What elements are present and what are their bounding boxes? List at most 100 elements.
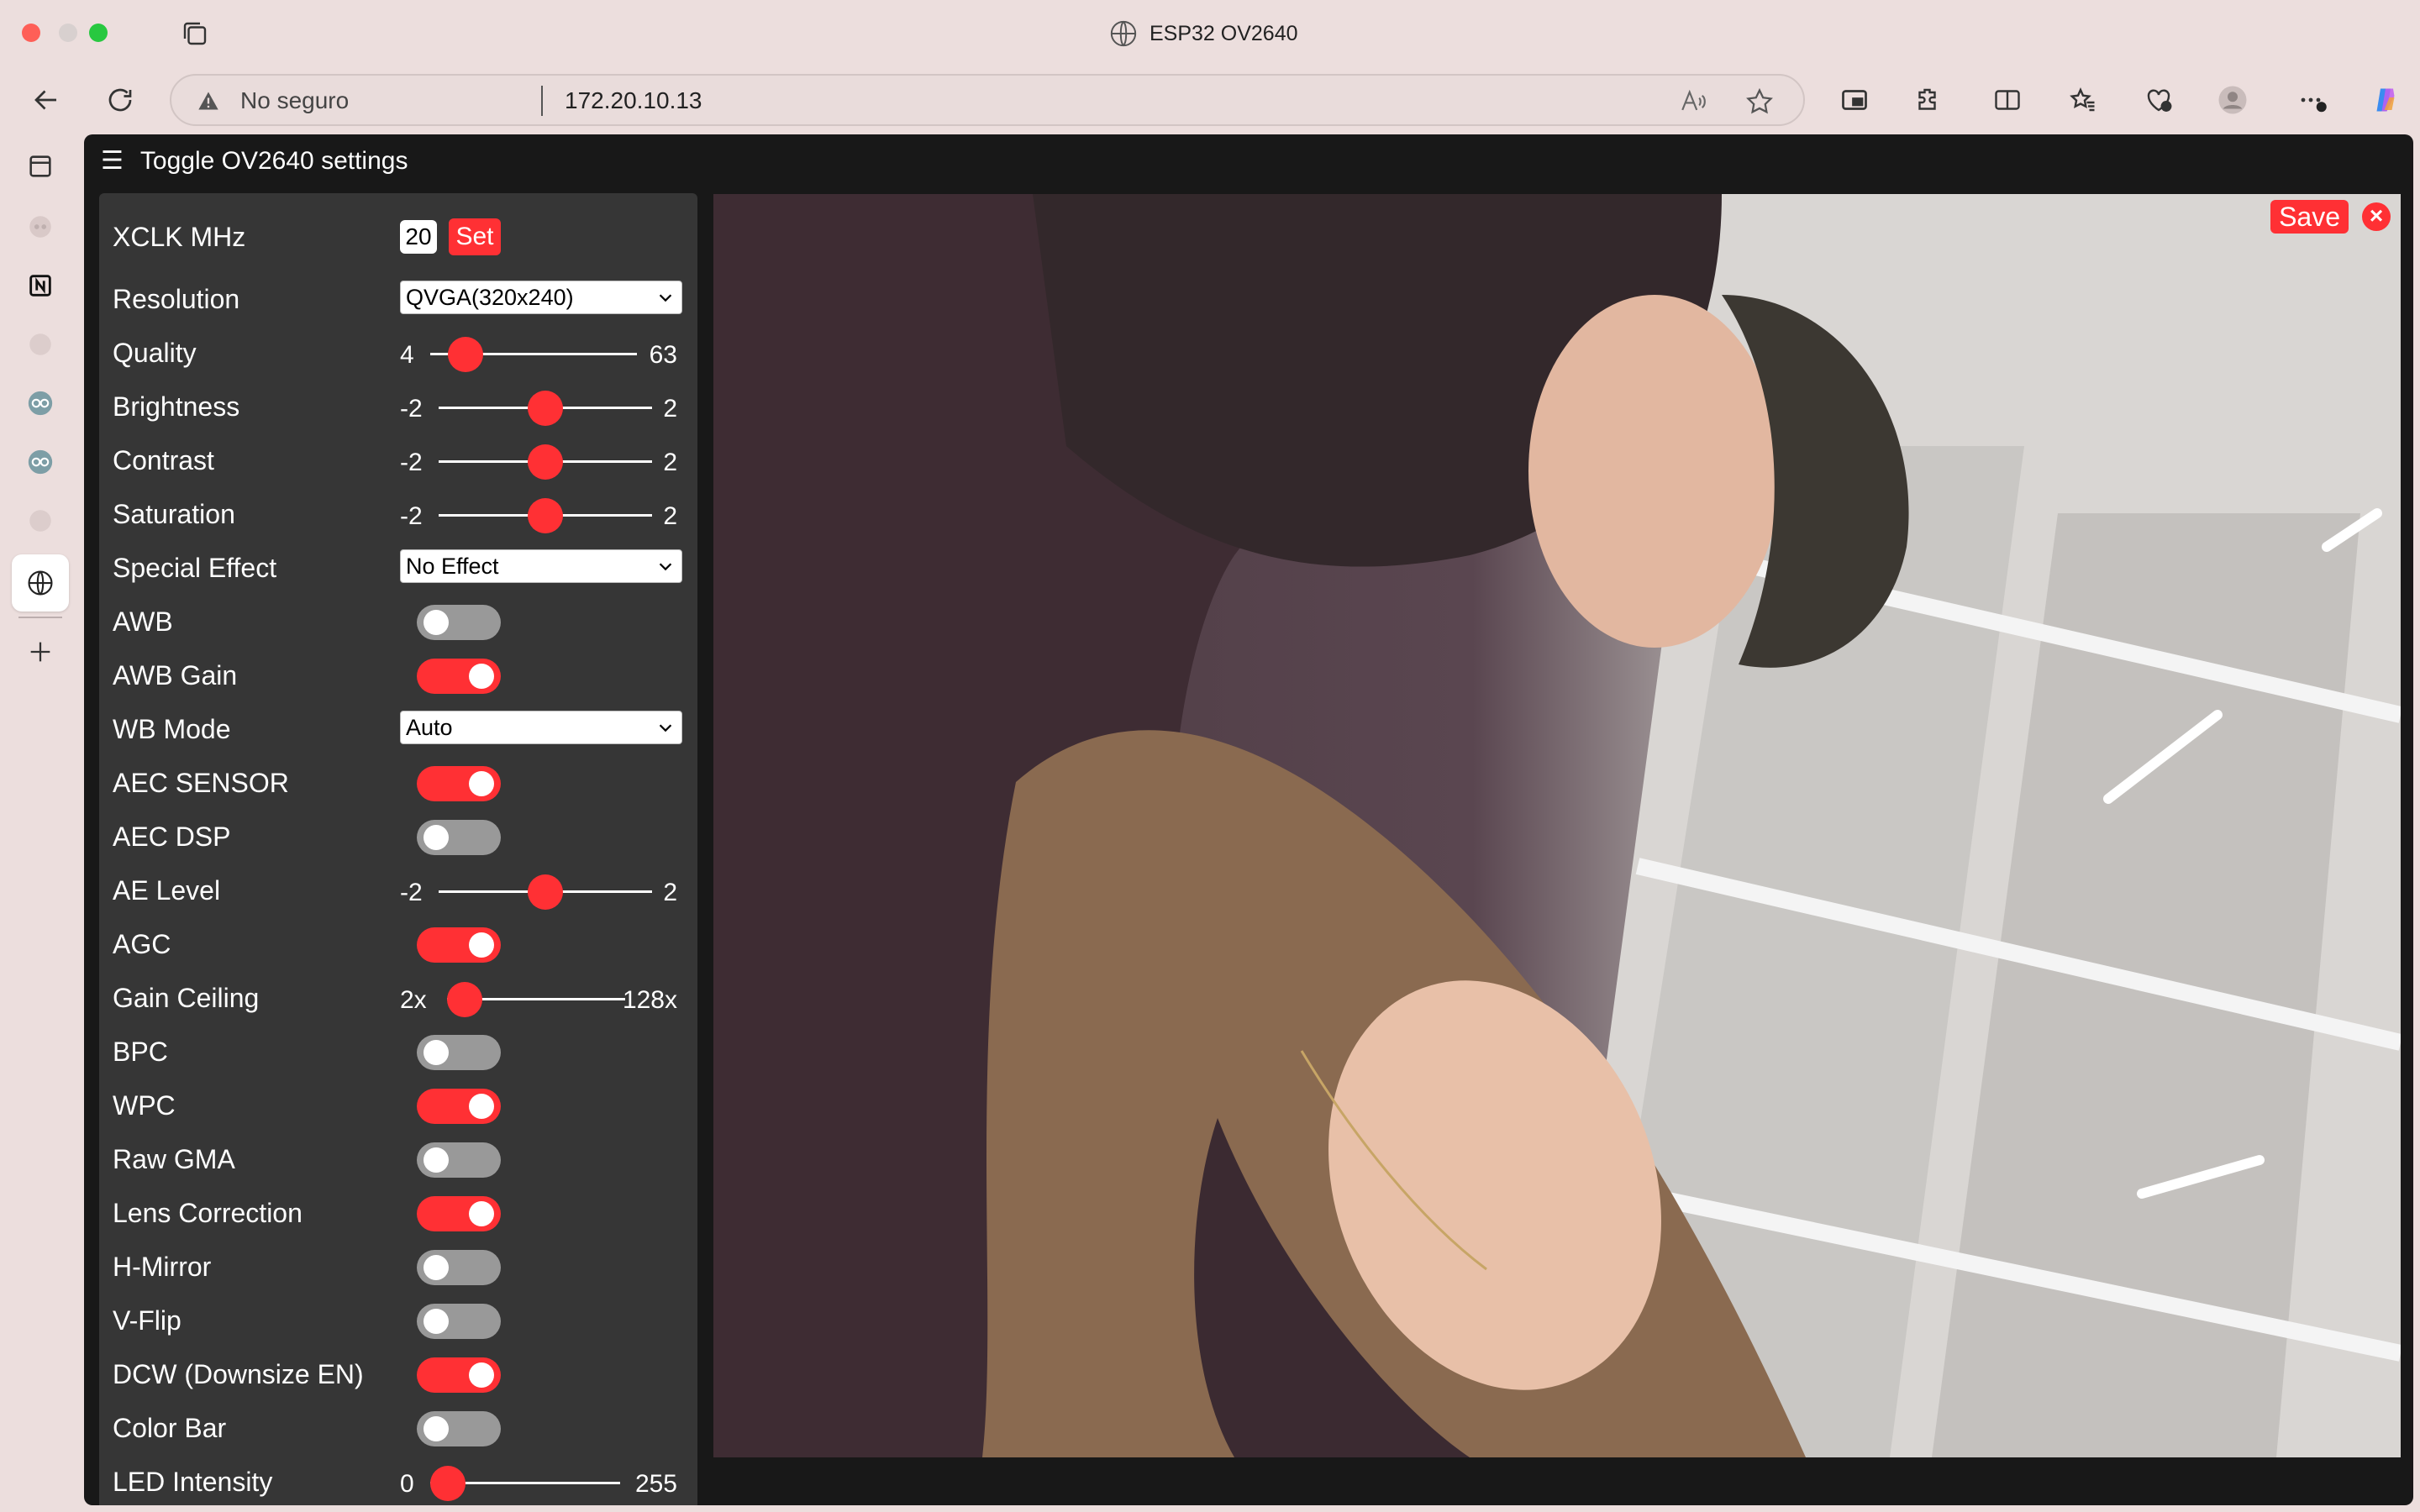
h-mirror-toggle[interactable] [417,1250,501,1285]
slider-thumb[interactable] [447,982,482,1017]
special-effect-label: Special Effect [113,553,277,583]
security-label[interactable]: No seguro [240,87,349,114]
bpc-toggle[interactable] [417,1035,501,1070]
xclk-set-button[interactable]: Set [449,218,501,255]
sidebar-add-button[interactable] [20,632,60,672]
ae-level-slider[interactable]: -2 2 [400,870,684,911]
led-intensity-min: 0 [400,1470,414,1498]
slider-thumb[interactable] [528,444,563,480]
raw-gma-label: Raw GMA [113,1144,235,1174]
address-bar[interactable]: No seguro 172.20.10.13 [170,74,1805,126]
minimize-window-button[interactable] [59,24,77,42]
picture-in-picture-button[interactable] [1835,81,1874,119]
toggle-knob [469,1201,494,1226]
browser-essentials-button[interactable] [2139,81,2178,119]
special-effect-select[interactable]: No Effect [400,549,682,583]
plus-icon [30,642,50,662]
slider-thumb[interactable] [430,1466,466,1501]
aec-sensor-row: AEC SENSOR [113,758,684,808]
led-intensity-slider[interactable]: 0 255 [400,1462,684,1502]
v-flip-toggle[interactable] [417,1304,501,1339]
profile-button[interactable] [2213,81,2252,119]
awb-gain-toggle[interactable] [417,659,501,694]
xclk-label: XCLK MHz [113,222,246,252]
saturation-min: -2 [400,502,423,530]
saturation-max: 2 [663,502,677,530]
gain-ceiling-label: Gain Ceiling [113,983,260,1013]
h-mirror-label: H-Mirror [113,1252,212,1282]
read-aloud-icon[interactable] [1679,87,1707,116]
toggle-knob [469,664,494,689]
resolution-row: Resolution QVGA(320x240) [113,274,684,324]
aec-dsp-row: AEC DSP [113,811,684,862]
resolution-select[interactable]: QVGA(320x240) [400,281,682,314]
copilot-button[interactable] [2366,81,2405,119]
globe-icon [1110,20,1137,47]
resolution-value: QVGA(320x240) [406,285,574,310]
led-intensity-max: 255 [634,1470,677,1498]
bpc-row: BPC [113,1026,684,1077]
reload-button[interactable] [101,81,139,119]
lens-correction-toggle[interactable] [417,1196,501,1231]
close-stream-button[interactable]: × [2362,202,2391,231]
browser-sidebar [0,134,81,1512]
app-faded-icon [29,216,51,238]
quality-row: Quality 4 63 [113,328,684,378]
wb-mode-value: Auto [406,715,453,740]
slider-thumb[interactable] [528,498,563,533]
toggle-knob [469,771,494,796]
agc-label: AGC [113,929,171,959]
sidebar-arduino-2[interactable] [20,442,60,482]
split-screen-button[interactable] [1988,81,2027,119]
sidebar-app-1[interactable] [20,207,60,247]
settings-menu-toggle[interactable]: ☰ Toggle OV2640 settings [101,146,408,176]
toggle-knob [469,1362,494,1388]
back-button[interactable] [27,81,66,119]
slider-thumb[interactable] [528,874,563,910]
quality-min: 4 [400,341,414,369]
sidebar-github-2[interactable] [20,501,60,541]
color-bar-label: Color Bar [113,1413,227,1443]
aec-dsp-toggle[interactable] [417,820,501,855]
warning-icon[interactable] [197,89,220,113]
sidebar-notion[interactable] [20,265,60,306]
quality-slider[interactable]: 4 63 [400,333,684,373]
extensions-button[interactable] [1909,81,1948,119]
picture-in-picture-icon [1842,90,1867,110]
saturation-slider[interactable]: -2 2 [400,494,684,534]
contrast-slider[interactable]: -2 2 [400,440,684,480]
dcw-toggle[interactable] [417,1357,501,1393]
sidebar-github-1[interactable] [20,324,60,365]
wpc-toggle[interactable] [417,1089,501,1124]
reload-icon [108,88,132,112]
url-text[interactable]: 172.20.10.13 [565,87,702,114]
brightness-slider[interactable]: -2 2 [400,386,684,427]
contrast-min: -2 [400,449,423,476]
color-bar-toggle[interactable] [417,1411,501,1446]
sidebar-tab-panel-button[interactable] [20,146,60,186]
favorite-star-icon[interactable] [1744,87,1775,117]
close-window-button[interactable] [22,24,40,42]
favorites-button[interactable] [2064,81,2102,119]
settings-more-button[interactable] [2294,81,2333,119]
sidebar-arduino-1[interactable] [20,383,60,423]
tab-actions-icon[interactable] [180,18,210,49]
aec-sensor-toggle[interactable] [417,766,501,801]
xclk-input[interactable]: 20 [400,220,437,254]
slider-thumb[interactable] [447,337,483,372]
save-button[interactable]: Save [2270,200,2349,234]
toggle-knob [469,932,494,958]
xclk-row: XCLK MHz 20 Set [113,212,684,262]
gain-ceiling-slider[interactable]: 2x 128x [400,978,684,1018]
wb-mode-select[interactable]: Auto [400,711,682,744]
slider-thumb[interactable] [528,391,563,426]
window-title-text: ESP32 OV2640 [1150,21,1298,45]
zoom-window-button[interactable] [89,24,108,42]
back-arrow-icon [34,90,56,110]
sidebar-current-site[interactable] [12,554,69,612]
dcw-row: DCW (Downsize EN) [113,1349,684,1399]
settings-panel: XCLK MHz 20 Set Resolution QVGA(320x240)… [99,193,697,1505]
agc-toggle[interactable] [417,927,501,963]
raw-gma-toggle[interactable] [417,1142,501,1178]
awb-toggle[interactable] [417,605,501,640]
